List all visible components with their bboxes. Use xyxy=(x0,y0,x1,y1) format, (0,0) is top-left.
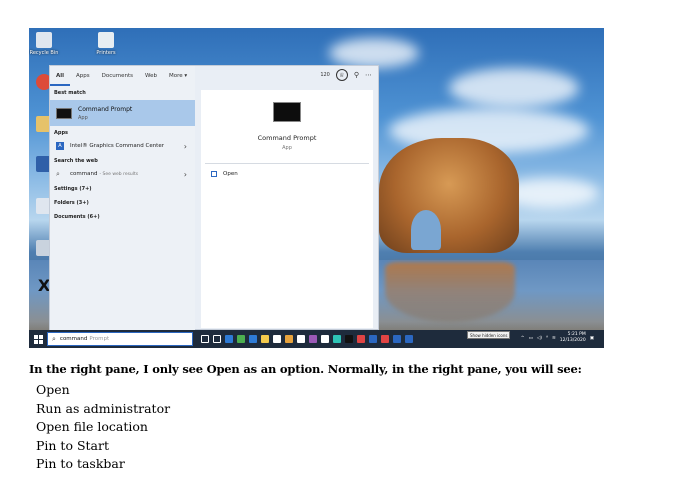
explanation-text: In the right pane, I only see Open as an… xyxy=(29,362,689,474)
preview-subtitle: App xyxy=(282,145,292,151)
web-search-item[interactable]: ⌕ command - See web results › xyxy=(50,168,195,180)
taskbar-app-icon[interactable] xyxy=(393,335,401,343)
expected-options-list: Open Run as administrator Open file loca… xyxy=(36,381,689,474)
reward-points: 120 xyxy=(320,72,330,78)
desktop-icon-label: Recycle Bin xyxy=(29,50,59,56)
preview-title: Command Prompt xyxy=(257,134,317,142)
taskbar-app-icon[interactable] xyxy=(297,335,305,343)
tab-documents[interactable]: Documents xyxy=(96,66,139,86)
intel-graphics-icon: A xyxy=(56,142,64,150)
network-icon[interactable]: ▭ xyxy=(529,336,533,341)
rock-arch-opening xyxy=(411,210,441,250)
pinned-apps xyxy=(199,335,415,343)
list-item: Pin to taskbar xyxy=(36,456,125,472)
note-heading: In the right pane, I only see Open as an… xyxy=(29,362,582,376)
wifi-icon[interactable]: ≋ xyxy=(552,336,556,341)
open-action-label: Open xyxy=(223,171,238,177)
section-best-match: Best match xyxy=(54,90,86,96)
open-action[interactable]: Open xyxy=(211,171,238,177)
taskbar-app-icon[interactable] xyxy=(345,335,353,343)
best-match-subtitle: App xyxy=(78,114,88,121)
recycle-bin-icon xyxy=(36,32,52,48)
chevron-right-icon[interactable]: › xyxy=(184,142,187,151)
list-item: Open xyxy=(36,382,70,397)
app-item-label: Intel® Graphics Command Center xyxy=(70,143,164,149)
clock-date: 12/13/2020 xyxy=(559,338,586,343)
tab-web[interactable]: Web xyxy=(139,66,163,86)
section-apps: Apps xyxy=(54,130,69,136)
top-right-controls: 120 ♕ ⚲ ⋯ xyxy=(320,69,372,81)
search-icon: ⌕ xyxy=(52,334,56,343)
taskbar-search-box[interactable]: ⌕ command Prompt xyxy=(47,332,193,346)
taskbar-app-icon[interactable] xyxy=(321,335,329,343)
desktop-icon-label: Printers xyxy=(96,50,116,56)
document-icon xyxy=(98,32,114,48)
search-autocomplete-text: Prompt xyxy=(89,336,110,342)
tab-all[interactable]: All xyxy=(50,66,71,86)
taskbar-app-icon[interactable] xyxy=(369,335,377,343)
rock-arch xyxy=(379,138,519,253)
search-results-pane: All Apps Documents Web More ▾ Best match… xyxy=(50,66,195,330)
more-options-icon[interactable]: ⋯ xyxy=(365,71,372,79)
command-prompt-icon xyxy=(56,107,72,119)
taskbar-app-icon[interactable] xyxy=(213,335,221,343)
taskbar-app-icon[interactable] xyxy=(357,335,365,343)
web-query: command xyxy=(70,171,98,177)
best-match-command-prompt[interactable]: Command Prompt App xyxy=(50,100,195,126)
section-search-web: Search the web xyxy=(54,158,98,164)
chevron-up-icon[interactable]: ^ xyxy=(521,336,525,341)
section-documents[interactable]: Documents (6+) xyxy=(54,214,100,220)
preview-divider xyxy=(205,163,369,164)
best-match-title: Command Prompt xyxy=(78,105,133,113)
desktop-icon-printers[interactable]: Printers xyxy=(93,32,119,56)
taskbar-app-icon[interactable] xyxy=(201,335,209,343)
list-item: Open file location xyxy=(36,419,148,435)
start-menu-search-panel: All Apps Documents Web More ▾ Best match… xyxy=(49,65,379,330)
taskbar-app-icon[interactable] xyxy=(237,335,245,343)
taskbar-app-icon[interactable] xyxy=(273,335,281,343)
cloud xyxy=(449,68,579,108)
open-icon xyxy=(211,171,217,177)
system-tray: ^ ▭ ◁) ᴬ ≋ 5:21 PM 12/13/2020 ▣ xyxy=(521,332,594,344)
section-settings[interactable]: Settings (7+) xyxy=(54,186,92,192)
taskbar-app-icon[interactable] xyxy=(249,335,257,343)
rewards-icon[interactable]: ♕ xyxy=(335,69,348,81)
feedback-icon[interactable]: ⚲ xyxy=(354,71,359,79)
desktop-screenshot: Recycle Bin Printers X All Apps Document… xyxy=(29,28,604,348)
windows-logo-icon xyxy=(33,334,43,344)
web-hint: - See web results xyxy=(99,171,139,177)
notification-icon[interactable]: ▣ xyxy=(590,336,594,341)
command-prompt-large-icon xyxy=(273,102,301,122)
section-folders[interactable]: Folders (3+) xyxy=(54,200,89,206)
list-item: Pin to Start xyxy=(36,437,109,453)
tab-more[interactable]: More ▾ xyxy=(163,66,193,86)
windows-start-button[interactable] xyxy=(29,330,47,348)
desktop-icon-recycle-bin[interactable]: Recycle Bin xyxy=(29,32,59,56)
preview-pane: Command Prompt App Open xyxy=(201,90,373,328)
search-typed-text: command xyxy=(59,336,88,342)
taskbar-app-icon[interactable] xyxy=(381,335,389,343)
rock-reflection xyxy=(385,262,515,322)
taskbar-app-icon[interactable] xyxy=(405,335,413,343)
taskbar: ⌕ command Prompt ^ ▭ ◁) ᴬ ≋ 5:21 PM 12/1… xyxy=(29,330,604,348)
best-match-text: Command Prompt App xyxy=(78,106,132,121)
chevron-right-icon[interactable]: › xyxy=(184,170,187,179)
cloud xyxy=(329,38,419,68)
tooltip: Show hidden icons xyxy=(467,331,511,339)
taskbar-app-icon[interactable] xyxy=(309,335,317,343)
taskbar-app-icon[interactable] xyxy=(225,335,233,343)
volume-icon[interactable]: ◁) xyxy=(537,336,542,341)
taskbar-app-icon[interactable] xyxy=(285,335,293,343)
tab-apps[interactable]: Apps xyxy=(70,66,96,86)
search-icon: ⌕ xyxy=(56,170,60,178)
clock[interactable]: 5:21 PM 12/13/2020 xyxy=(560,332,586,344)
taskbar-app-icon[interactable] xyxy=(261,335,269,343)
list-item: Run as administrator xyxy=(36,400,171,416)
app-item-intel-graphics[interactable]: A Intel® Graphics Command Center › xyxy=(50,140,195,152)
language-icon[interactable]: ᴬ xyxy=(546,336,548,341)
taskbar-app-icon[interactable] xyxy=(333,335,341,343)
